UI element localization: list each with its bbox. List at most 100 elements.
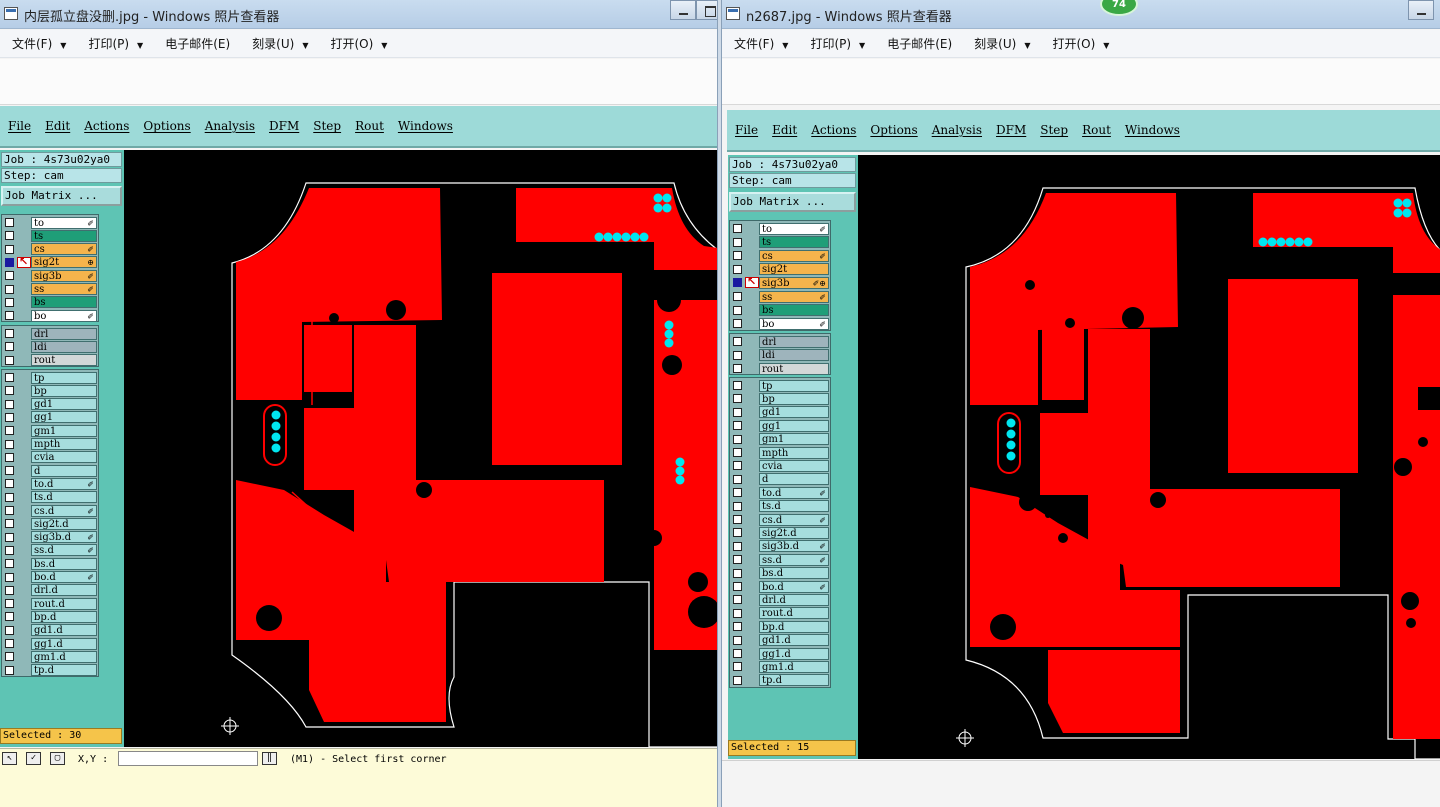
layer-name[interactable]: ldi [31,340,97,353]
layer-name[interactable]: ss.d ✐ [759,553,829,566]
layer-name[interactable]: to.d ✐ [31,477,97,490]
layer-name[interactable]: gg1 [759,419,829,432]
layer-visibility-checkbox[interactable] [733,568,742,578]
layer-row-mpth[interactable]: mpth [730,446,830,459]
layer-row-gm1-d[interactable]: gm1.d [2,650,98,663]
layer-row-cvia[interactable]: cvia [2,451,98,464]
layer-name[interactable]: mpth [31,438,97,450]
pcb-graphic-canvas[interactable] [858,155,1440,759]
menu-burn[interactable]: 刻录(U) ▼ [974,35,1030,52]
menu-email[interactable]: 电子邮件(E) [887,35,952,52]
layer-name[interactable]: bp.d [759,620,829,633]
layer-row-d[interactable]: d [730,473,830,486]
layer-row-bp-d[interactable]: bp.d [2,610,98,623]
layer-row-gg1[interactable]: gg1 [730,419,830,432]
layer-name[interactable]: d [31,464,97,477]
layer-row-ss[interactable]: ss ✐ [730,290,830,303]
layer-visibility-checkbox[interactable] [5,244,14,254]
layer-name[interactable]: cvia [759,459,829,472]
layer-row-bs[interactable]: bs [2,296,98,309]
layer-row-ldi[interactable]: ldi [2,340,98,353]
layer-name[interactable]: d [759,473,829,486]
layer-visibility-checkbox[interactable] [733,434,742,444]
layer-row-sig2t-d[interactable]: sig2t.d [730,526,830,539]
layer-name[interactable]: ts [31,229,97,242]
layer-visibility-checkbox[interactable] [733,319,742,329]
layer-name[interactable]: rout [31,354,97,367]
layer-visibility-checkbox[interactable] [733,515,742,524]
layer-row-drl[interactable]: drl [2,327,98,340]
layer-visibility-checkbox[interactable] [733,608,742,618]
layer-visibility-checkbox[interactable] [5,399,14,409]
layer-visibility-checkbox[interactable] [733,305,742,315]
cam-menu-edit[interactable]: Edit [772,123,797,137]
layer-row-sig3b[interactable]: sig3b✐⊕ [730,275,830,289]
layer-name[interactable]: gd1 [31,398,97,411]
menu-file[interactable]: 文件(F) ▼ [12,35,66,52]
layer-row-ts[interactable]: ts [730,236,830,249]
layer-visibility-checkbox[interactable] [5,466,14,476]
layer-name[interactable]: sig2t.d [759,526,829,539]
layer-visibility-checkbox[interactable] [5,231,14,241]
layer-visibility-checkbox[interactable] [5,492,14,502]
layer-row-bo-d[interactable]: bo.d ✐ [730,580,830,593]
cam-menu-options[interactable]: Options [870,123,917,137]
layer-visibility-checkbox[interactable] [5,532,14,542]
layer-name[interactable]: tp [31,371,97,384]
layer-row-tp-d[interactable]: tp.d [730,674,830,687]
layer-visibility-checkbox[interactable] [733,474,742,484]
layer-row-cs-d[interactable]: cs.d ✐ [730,513,830,526]
layer-name[interactable]: tp.d [759,674,829,687]
layer-name[interactable]: ss ✐ [759,290,829,303]
layer-row-ts[interactable]: ts [2,229,98,242]
title-bar[interactable]: 内层孤立盘没删.jpg - Windows 照片查看器 [0,0,717,29]
layer-visibility-checkbox[interactable] [5,311,14,321]
layer-row-rout[interactable]: rout [2,354,98,367]
layer-visibility-checkbox[interactable] [5,355,14,365]
layer-visibility-checkbox[interactable] [5,373,14,382]
layer-visibility-checkbox[interactable] [5,329,14,338]
cam-menu-options[interactable]: Options [143,119,190,133]
layer-row-ldi[interactable]: ldi [730,349,830,362]
layer-visibility-checkbox[interactable] [5,545,14,555]
layer-name[interactable]: gd1.d [31,624,97,637]
layer-name[interactable]: rout [759,362,829,375]
cam-menu-windows[interactable]: Windows [398,119,453,133]
layer-name[interactable]: bo.d ✐ [31,571,97,583]
layer-name[interactable]: drl [759,335,829,348]
layer-row-gd1-d[interactable]: gd1.d [730,634,830,647]
layer-name[interactable]: to.d ✐ [759,486,829,499]
layer-visibility-checkbox[interactable] [5,386,14,396]
layer-name[interactable]: sig3b ✐⊕ [759,276,829,289]
layer-name[interactable]: ss.d ✐ [31,544,97,557]
layer-visibility-checkbox[interactable] [5,639,14,648]
cam-menu-analysis[interactable]: Analysis [205,119,255,133]
layer-row-ss[interactable]: ss ✐ [2,283,98,296]
layer-visibility-checkbox[interactable] [733,635,742,645]
layer-row-cs-d[interactable]: cs.d ✐ [2,504,98,517]
layer-row-bp-d[interactable]: bp.d [730,620,830,633]
menu-print[interactable]: 打印(P) ▼ [810,35,865,52]
layer-row-sig2t[interactable]: sig2t [730,263,830,276]
layer-row-gg1-d[interactable]: gg1.d [2,637,98,650]
layer-row-rout[interactable]: rout [730,362,830,375]
layer-row-gm1[interactable]: gm1 [2,424,98,437]
layer-visibility-checkbox[interactable] [733,364,742,374]
layer-visibility-checkbox[interactable] [5,506,14,515]
layer-row-rout-d[interactable]: rout.d [2,597,98,610]
layer-name[interactable]: bp [31,384,97,397]
layer-row-bs[interactable]: bs [730,304,830,317]
layer-visibility-checkbox[interactable] [733,264,742,274]
layer-row-bs-d[interactable]: bs.d [730,567,830,580]
menu-print[interactable]: 打印(P) ▼ [88,35,143,52]
layer-name[interactable]: mpth [759,446,829,459]
layer-row-sig3b[interactable]: sig3b ✐ [2,269,98,282]
layer-row-rout-d[interactable]: rout.d [730,607,830,620]
layer-visibility-checkbox[interactable] [5,426,14,436]
layer-name[interactable]: tp.d [31,664,97,677]
layer-name[interactable]: gd1.d [759,634,829,647]
layer-visibility-checkbox[interactable] [5,412,14,422]
layer-name[interactable]: sig2t [759,263,829,276]
layer-name[interactable]: cs ✐ [759,249,829,262]
layer-name[interactable]: gd1 [759,406,829,419]
